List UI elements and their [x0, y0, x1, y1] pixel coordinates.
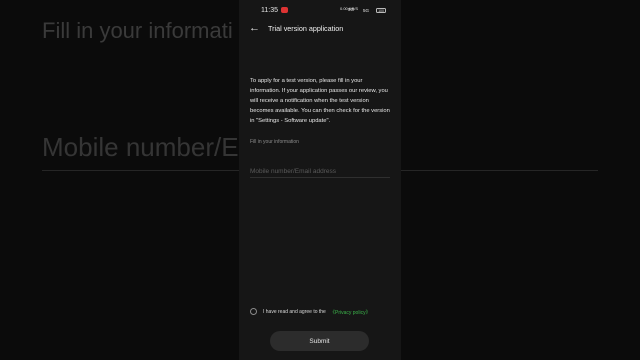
arrow-left-icon[interactable]: ←	[249, 22, 260, 34]
status-time: 11:35	[261, 7, 278, 14]
page-title: Trial version application	[268, 24, 344, 33]
contact-input[interactable]	[250, 165, 390, 178]
agree-checkbox[interactable]	[250, 308, 257, 315]
recording-indicator-icon	[281, 7, 288, 13]
status-bar: 11:35 0.00 KB/S 5G 5G 100	[239, 0, 401, 22]
network-type: 5G	[348, 7, 355, 12]
background-title: Fill in your informati	[42, 18, 233, 43]
agreement-text: I have read and agree to the	[263, 308, 326, 315]
signal-icon: 5G	[363, 8, 370, 13]
app-bar: ← Trial version application	[239, 22, 401, 36]
submit-button[interactable]: Submit	[270, 331, 369, 351]
description-text: To apply for a test version, please fill…	[250, 78, 390, 124]
battery-icon: 100	[376, 7, 386, 13]
section-label: Fill in your information	[250, 139, 299, 145]
phone-screen: 11:35 0.00 KB/S 5G 5G 100 ← Trial versio…	[239, 0, 401, 360]
privacy-policy-link[interactable]: 《Privacy policy》	[330, 309, 371, 316]
